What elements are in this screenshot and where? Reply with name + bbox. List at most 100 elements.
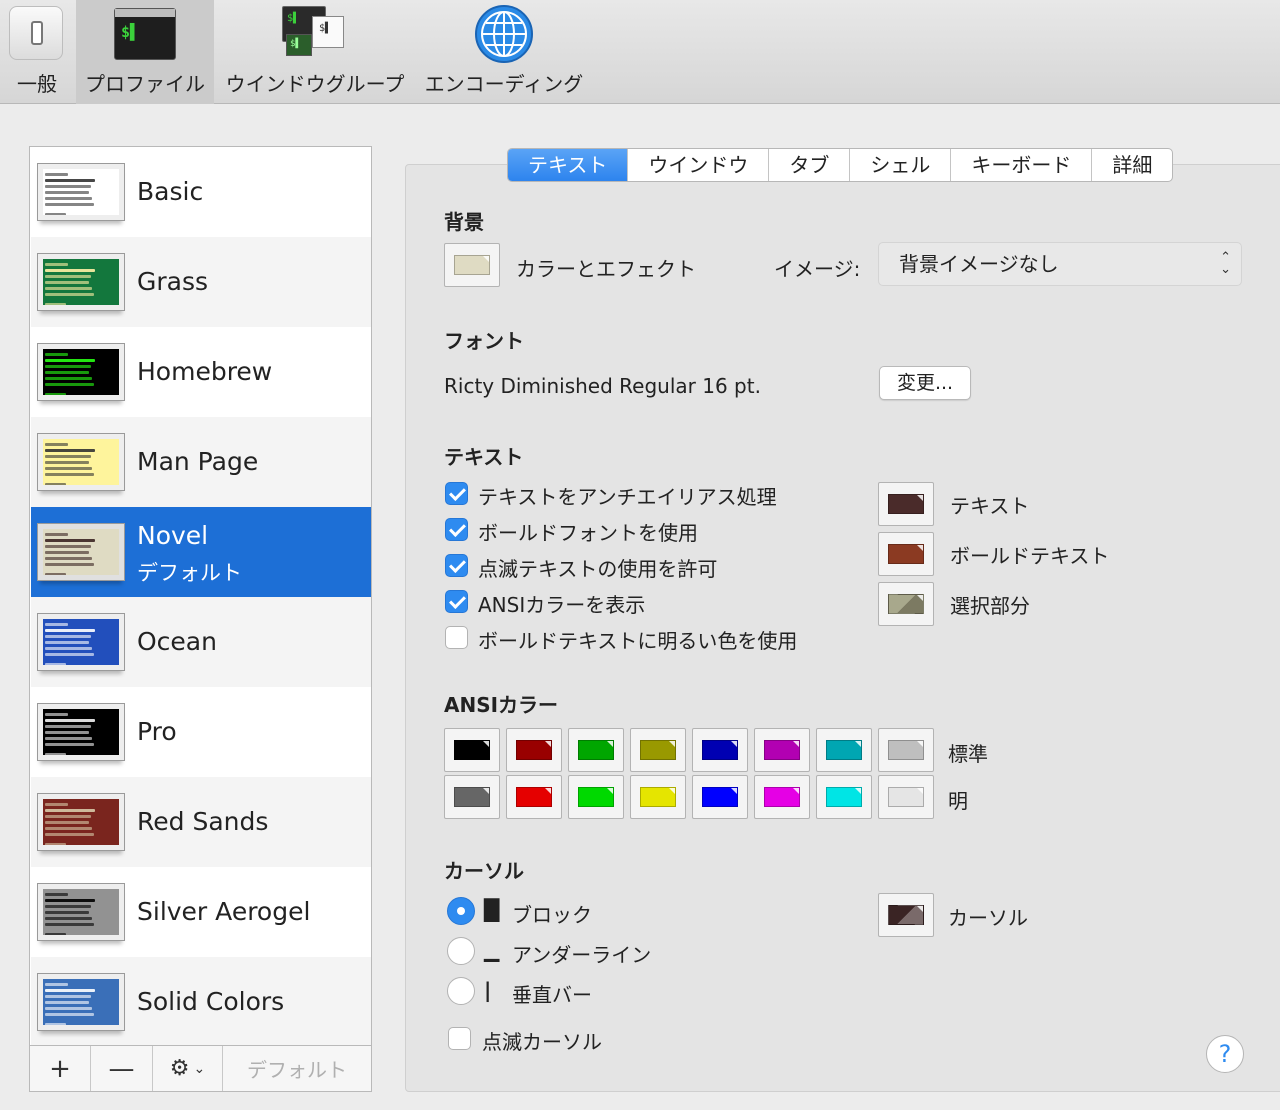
profile-row[interactable]: Novel デフォルト <box>31 507 371 597</box>
tab-tab[interactable]: タブ <box>769 149 851 181</box>
profile-name: Red Sands <box>137 807 269 836</box>
cursor-style-radio[interactable] <box>447 897 475 925</box>
preview-text-line <box>45 443 68 446</box>
remove-profile-button[interactable]: — <box>91 1046 153 1091</box>
profile-row[interactable]: Solid Colors <box>31 957 371 1047</box>
image-label: イメージ: <box>774 257 861 281</box>
profile-row[interactable]: Grass <box>31 237 371 327</box>
cursor-style-label: 垂直バー <box>512 983 592 1007</box>
profile-list: Basic Grass Homebrew Man Page Novel デフォルト Ocea… <box>29 146 372 1092</box>
preview-text-line <box>45 191 90 194</box>
profile-name: Man Page <box>137 447 259 476</box>
ansi-normal-color-well[interactable] <box>444 728 500 772</box>
tab-window[interactable]: ウインドウ <box>628 149 770 181</box>
text-option-checkbox[interactable] <box>445 626 468 649</box>
background-image-select[interactable]: 背景イメージなし ⌃ ⌄ <box>878 242 1242 286</box>
ansi-color-chip <box>454 740 490 760</box>
profile-row[interactable]: Homebrew <box>31 327 371 417</box>
ansi-bright-color-well[interactable] <box>568 775 624 819</box>
set-default-button[interactable]: デフォルト <box>223 1046 371 1091</box>
add-profile-button[interactable]: + <box>30 1046 91 1091</box>
profile-row[interactable]: Pro <box>31 687 371 777</box>
switch-icon <box>9 6 63 60</box>
preview-text-line <box>45 815 91 818</box>
text-option-checkbox[interactable] <box>445 518 468 541</box>
preview-text-line <box>45 753 67 755</box>
ansi-normal-color-well[interactable] <box>878 728 934 772</box>
profile-row[interactable]: Basic <box>31 147 371 237</box>
profile-row[interactable]: Man Page <box>31 417 371 507</box>
tab-keyboard[interactable]: キーボード <box>951 149 1093 181</box>
preview-text-line <box>45 731 90 734</box>
ansi-normal-color-well[interactable] <box>692 728 748 772</box>
font-section-title: フォント <box>444 329 524 353</box>
ansi-normal-color-well[interactable] <box>568 728 624 772</box>
profile-thumbnail <box>37 343 125 401</box>
ansi-normal-color-well[interactable] <box>816 728 872 772</box>
preview-text-line <box>45 281 90 284</box>
preview-text-line <box>45 455 91 458</box>
text-option-checkbox[interactable] <box>445 482 468 505</box>
profile-row[interactable]: Red Sands <box>31 777 371 867</box>
profile-thumbnail <box>37 793 125 851</box>
tab-shell[interactable]: シェル <box>850 149 952 181</box>
ansi-normal-color-well[interactable] <box>630 728 686 772</box>
text-option-label: ボールドフォントを使用 <box>478 521 698 545</box>
color-effects-label: カラーとエフェクト <box>516 257 696 281</box>
preview-text-line <box>45 269 96 272</box>
ansi-color-chip <box>764 787 800 807</box>
tab-text[interactable]: テキスト <box>508 149 629 181</box>
preview-text-line <box>45 449 96 452</box>
preview-text-line <box>45 719 96 722</box>
ansi-bright-color-well[interactable] <box>630 775 686 819</box>
text-option-label: 点滅テキストの使用を許可 <box>478 557 718 581</box>
profile-preview <box>43 169 119 215</box>
text-color-well[interactable] <box>878 582 934 626</box>
ansi-bright-color-well[interactable] <box>506 775 562 819</box>
change-font-button[interactable]: 変更... <box>879 366 971 400</box>
preview-text-line <box>45 573 67 575</box>
ansi-bright-color-well[interactable] <box>444 775 500 819</box>
preview-text-line <box>45 911 90 914</box>
blink-cursor-checkbox[interactable] <box>448 1027 471 1050</box>
toolbar-item-encodings[interactable]: エンコーディング <box>416 0 592 104</box>
toolbar-item-general[interactable]: 一般 <box>0 0 74 104</box>
preview-text-line <box>45 287 93 290</box>
preview-text-line <box>45 923 94 926</box>
preferences-toolbar: 一般 $▌ プロファイル $▌ $▌ $▌ ウインドウグループ エンコーディング <box>0 0 1280 104</box>
ansi-normal-color-well[interactable] <box>754 728 810 772</box>
ansi-bright-color-well[interactable] <box>878 775 934 819</box>
ansi-bright-color-well[interactable] <box>754 775 810 819</box>
preview-text-line <box>45 629 96 632</box>
profile-name: Ocean <box>137 627 217 656</box>
profile-preview <box>43 529 119 575</box>
ansi-normal-color-well[interactable] <box>506 728 562 772</box>
gear-menu-button[interactable]: ⚙ ⌄ <box>153 1046 223 1091</box>
cursor-style-label: ブロック <box>512 903 592 927</box>
profile-preview <box>43 799 119 845</box>
profile-row[interactable]: Ocean <box>31 597 371 687</box>
preview-text-line <box>45 533 68 536</box>
text-option-checkbox[interactable] <box>445 554 468 577</box>
tab-advanced[interactable]: 詳細 <box>1092 149 1172 181</box>
text-color-well[interactable] <box>878 482 934 526</box>
background-color-well[interactable] <box>444 243 500 287</box>
preview-text-line <box>45 359 96 362</box>
ansi-bright-color-well[interactable] <box>692 775 748 819</box>
toolbar-item-profiles[interactable]: $▌ プロファイル <box>76 0 214 104</box>
preview-text-line <box>45 197 93 200</box>
toolbar-item-window-groups[interactable]: $▌ $▌ $▌ ウインドウグループ <box>216 0 414 104</box>
preview-text-line <box>45 995 91 998</box>
cursor-color-label: カーソル <box>948 906 1028 930</box>
cursor-style-radio[interactable] <box>447 937 475 965</box>
cursor-color-well[interactable] <box>878 893 934 937</box>
cursor-style-radio[interactable] <box>447 977 475 1005</box>
profile-row[interactable]: Silver Aerogel <box>31 867 371 957</box>
help-button[interactable]: ? <box>1206 1035 1244 1073</box>
text-option-checkbox[interactable] <box>445 590 468 613</box>
ansi-bright-color-well[interactable] <box>816 775 872 819</box>
text-color-well[interactable] <box>878 532 934 576</box>
profile-name: Solid Colors <box>137 987 285 1016</box>
preview-text-line <box>45 653 94 656</box>
preview-text-line <box>45 899 96 902</box>
